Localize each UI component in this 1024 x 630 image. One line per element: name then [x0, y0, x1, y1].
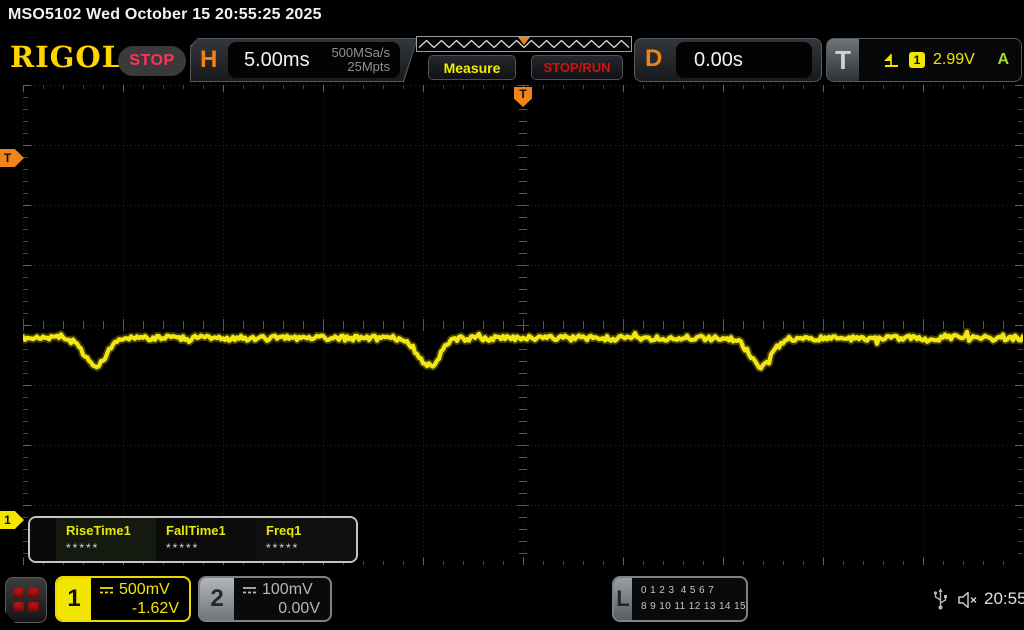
trigger-level-marker[interactable]: T: [0, 149, 24, 167]
channel2-offset: 0.00V: [278, 600, 320, 617]
channel2-scale: 100mV: [262, 581, 313, 598]
measure-button[interactable]: Measure: [428, 55, 516, 80]
measurement-item-falltime[interactable]: FallTime1 *****: [156, 518, 256, 561]
channel1-status-box[interactable]: 1 500mV -1.62V: [55, 576, 191, 622]
horizontal-label: H: [200, 46, 218, 73]
trigger-level-value: 2.99V: [933, 51, 975, 68]
run-state-badge: STOP: [118, 46, 186, 76]
graticule-and-waveform: [23, 85, 1023, 565]
measurement-panel[interactable]: RiseTime1 ***** FallTime1 ***** Freq1 **…: [28, 516, 358, 563]
channel1-offset: -1.62V: [131, 600, 179, 617]
measurement-item-risetime[interactable]: RiseTime1 *****: [56, 518, 156, 561]
measurement-spacer: [30, 518, 56, 561]
speaker-muted-icon: [958, 591, 977, 609]
menu-grid-icon[interactable]: [5, 577, 47, 623]
usb-icon: [933, 588, 947, 610]
trigger-label: T: [827, 39, 859, 81]
oscilloscope-screen: MSO5102 Wed October 15 20:55:25 2025 RIG…: [0, 0, 1024, 630]
logic-label: L: [614, 578, 633, 620]
delay-settings-box[interactable]: D 0.00s: [634, 38, 822, 82]
logic-channel-numbers: 0 1 2 3 4 5 6 7 8 9 10 11 12 13 14 15: [641, 585, 746, 612]
channel2-number: 2: [200, 578, 234, 620]
dc-coupling-icon: [243, 587, 256, 594]
stop-run-button[interactable]: STOP/RUN: [531, 55, 623, 80]
logic-channels-box[interactable]: L 0 1 2 3 4 5 6 7 8 9 10 11 12 13 14 15: [612, 576, 748, 622]
delay-label: D: [645, 45, 663, 72]
delay-value-box: 0.00s: [676, 42, 812, 78]
delay-value: 0.00s: [694, 48, 743, 71]
overview-trigger-position-icon[interactable]: [518, 37, 530, 45]
trigger-sweep-mode: A: [997, 51, 1009, 68]
timebase-value-box: 5.00ms 500MSa/s 25Mpts: [228, 42, 400, 78]
rigol-logo: RIGOL: [10, 40, 124, 74]
acquisition-info: 500MSa/s 25Mpts: [331, 45, 390, 74]
timebase-value: 5.00ms: [244, 48, 310, 71]
channel2-status-box[interactable]: 2 100mV 0.00V: [198, 576, 332, 622]
horizontal-settings-box[interactable]: H 5.00ms 500MSa/s 25Mpts: [190, 38, 418, 82]
channel1-scale: 500mV: [119, 581, 170, 598]
dc-coupling-icon: [100, 587, 113, 594]
trigger-settings-box[interactable]: T 1 2.99V A: [826, 38, 1022, 82]
trigger-slope-icon: [884, 54, 898, 67]
trigger-source-badge: 1: [909, 52, 925, 68]
channel1-ground-marker[interactable]: 1: [0, 511, 24, 529]
channel1-number: 1: [57, 578, 91, 620]
clock: 20:55: [984, 589, 1024, 608]
model-and-datetime: MSO5102 Wed October 15 20:55:25 2025: [8, 6, 322, 23]
measurement-item-freq[interactable]: Freq1 *****: [256, 518, 356, 561]
